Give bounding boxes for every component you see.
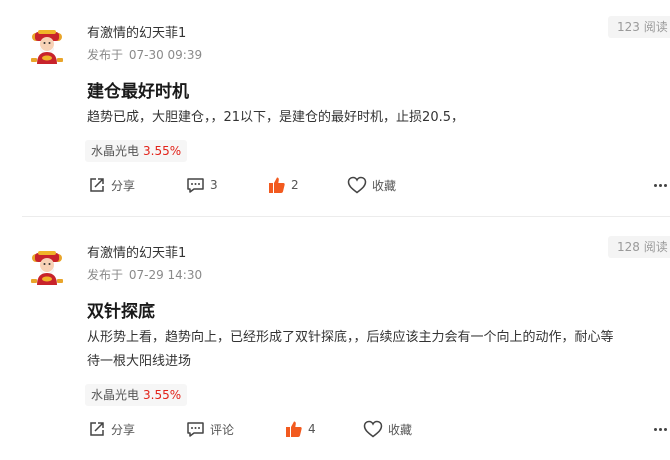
avatar[interactable] (29, 249, 65, 285)
comment-button[interactable]: 3 (186, 173, 218, 197)
share-label: 分享 (111, 422, 136, 437)
comment-icon (187, 178, 204, 193)
stock-name: 水晶光电 (91, 388, 140, 402)
avatar[interactable] (29, 28, 65, 64)
stock-tag[interactable]: 水晶光电 3.55% (85, 384, 188, 406)
view-count-badge: 128 阅读 (608, 236, 670, 258)
publish-timestamp: 07-29 14:30 (128, 268, 203, 282)
share-icon (90, 422, 104, 436)
post-card: 有激情的幻天菲1 发布于 07-30 09:39 123 阅读 建仓最好时机 趋… (0, 0, 670, 216)
heart-icon (347, 176, 367, 194)
favorite-label: 收藏 (372, 178, 397, 193)
post-body[interactable]: 从形势上看，趋势向上，已经形成了双针探底，，后续应该主力会有一个向上的动作，耐心… (87, 326, 670, 374)
action-bar: 分享 3 2 收藏 (0, 173, 670, 197)
comment-icon (187, 422, 204, 437)
thumbs-up-icon (269, 177, 285, 193)
comment-label: 评论 (210, 422, 235, 437)
post-title[interactable]: 双针探底 (87, 297, 155, 322)
username[interactable]: 有激情的幻天菲1 (87, 242, 186, 261)
more-icon[interactable] (654, 423, 669, 435)
post-body-line: 待一根大阳线进场 (87, 354, 192, 369)
post-title[interactable]: 建仓最好时机 (87, 77, 189, 102)
like-count: 2 (291, 178, 299, 192)
publish-prefix: 发布于 (87, 268, 124, 282)
favorite-label: 收藏 (388, 422, 413, 437)
more-icon[interactable] (654, 179, 669, 191)
share-icon (90, 178, 104, 192)
stock-tag[interactable]: 水晶光电 3.55% (85, 140, 188, 162)
like-button[interactable]: 4 (285, 417, 316, 441)
stock-name: 水晶光电 (91, 144, 140, 158)
publish-prefix: 发布于 (87, 48, 124, 62)
favorite-button[interactable]: 收藏 (347, 173, 396, 197)
stock-change: 3.55% (143, 144, 182, 158)
post-divider (22, 216, 670, 217)
like-count: 4 (308, 422, 316, 436)
publish-time: 发布于 07-30 09:39 (87, 46, 204, 63)
post-card: 有激情的幻天菲1 发布于 07-29 14:30 128 阅读 双针探底 从形势… (0, 218, 670, 460)
stock-change: 3.55% (143, 388, 182, 402)
share-button[interactable]: 分享 (88, 417, 135, 441)
thumbs-up-icon (286, 421, 302, 437)
heart-icon (363, 420, 383, 438)
view-count-badge: 123 阅读 (608, 16, 670, 38)
share-button[interactable]: 分享 (88, 173, 135, 197)
publish-timestamp: 07-30 09:39 (128, 48, 203, 62)
post-body[interactable]: 趋势已成，大胆建仓，，21以下，是建仓的最好时机，止损20.5， (87, 106, 670, 130)
publish-time: 发布于 07-29 14:30 (87, 266, 204, 283)
post-body-line: 趋势已成，大胆建仓，，21以下，是建仓的最好时机，止损20.5， (87, 110, 464, 125)
comment-button[interactable]: 评论 (186, 417, 234, 441)
share-label: 分享 (111, 178, 136, 193)
post-body-line: 从形势上看，趋势向上，已经形成了双针探底，，后续应该主力会有一个向上的动作，耐心… (87, 330, 614, 345)
favorite-button[interactable]: 收藏 (363, 417, 412, 441)
action-bar: 分享 评论 4 收藏 (0, 417, 670, 441)
like-button[interactable]: 2 (268, 173, 299, 197)
username[interactable]: 有激情的幻天菲1 (87, 22, 186, 41)
comment-count: 3 (210, 178, 218, 192)
